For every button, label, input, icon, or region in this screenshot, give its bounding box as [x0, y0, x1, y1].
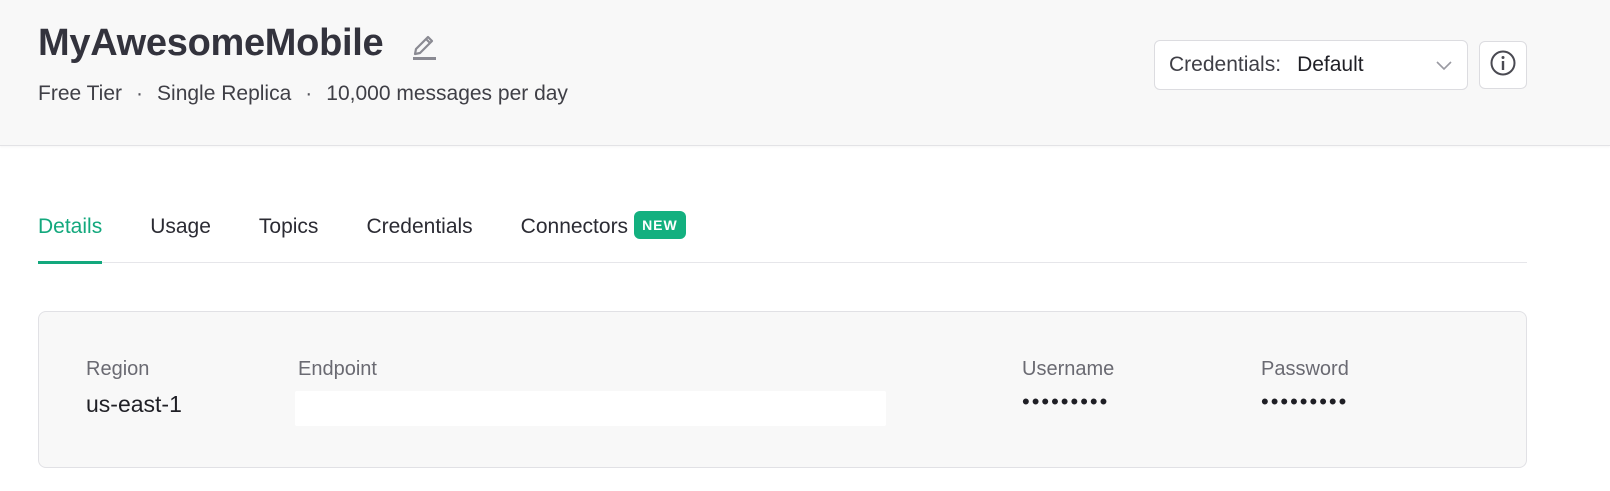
region-label: Region — [86, 358, 150, 380]
endpoint-value[interactable] — [295, 391, 886, 426]
username-field: Username ••••••••• — [1022, 358, 1114, 415]
details-card: Region us-east-1 Endpoint Username •••••… — [38, 311, 1527, 468]
page-header: MyAwesomeMobile Free Tier · Single Repli… — [0, 0, 1610, 146]
separator-dot: · — [305, 82, 313, 105]
separator-dot: · — [136, 82, 144, 105]
tab-topics[interactable]: Topics — [259, 196, 319, 263]
region-value: us-east-1 — [86, 391, 182, 417]
plan-summary: Free Tier · Single Replica · 10,000 mess… — [38, 82, 568, 106]
new-badge: NEW — [634, 211, 686, 239]
tab-connectors[interactable]: Connectors NEW — [521, 196, 686, 263]
replica-text: Single Replica — [157, 82, 292, 105]
tab-credentials[interactable]: Credentials — [366, 196, 472, 263]
tab-label: Topics — [258, 215, 319, 238]
credentials-select-label: Credentials: — [1169, 53, 1282, 76]
tab-details[interactable]: Details — [38, 196, 103, 264]
credentials-select[interactable]: Credentials: Default — [1154, 40, 1468, 90]
region-field: Region us-east-1 — [86, 358, 182, 418]
title-row: MyAwesomeMobile — [38, 22, 439, 65]
credentials-select-value: Default — [1297, 53, 1364, 76]
username-value[interactable]: ••••••••• — [1022, 389, 1114, 415]
endpoint-field: Endpoint — [298, 358, 377, 381]
page-title: MyAwesomeMobile — [38, 22, 384, 64]
info-button[interactable] — [1479, 41, 1527, 89]
password-value[interactable]: ••••••••• — [1261, 389, 1349, 415]
quota-text: 10,000 messages per day — [326, 82, 568, 105]
tab-bar: Details Usage Topics Credentials Connect… — [38, 196, 1527, 264]
tier-text: Free Tier — [38, 82, 123, 105]
pencil-icon[interactable] — [409, 27, 439, 61]
tab-label: Credentials — [366, 215, 473, 238]
password-field: Password ••••••••• — [1261, 358, 1349, 415]
endpoint-label: Endpoint — [298, 358, 377, 380]
password-label: Password — [1261, 358, 1349, 380]
tab-label: Connectors — [520, 215, 629, 238]
tab-label: Usage — [150, 215, 211, 238]
info-icon — [1489, 49, 1517, 82]
username-label: Username — [1022, 358, 1115, 380]
tab-usage[interactable]: Usage — [150, 196, 211, 263]
tab-label: Details — [38, 215, 103, 238]
chevron-down-icon — [1435, 56, 1453, 74]
